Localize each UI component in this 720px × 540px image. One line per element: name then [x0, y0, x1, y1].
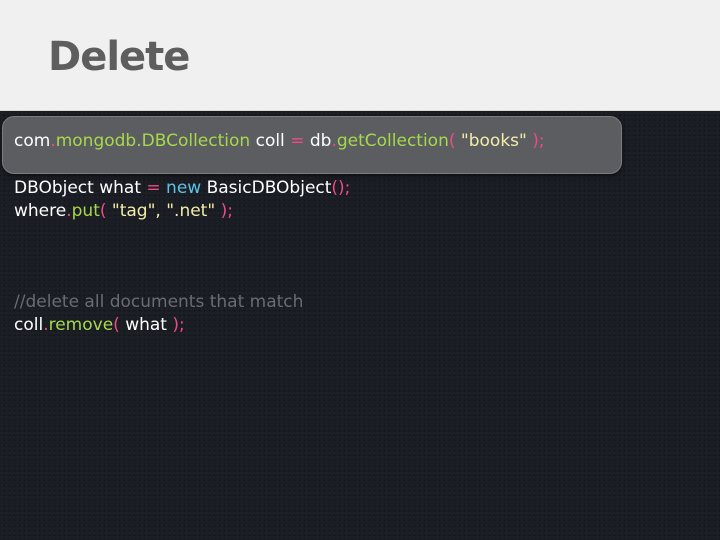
code-token: =	[146, 178, 161, 198]
code-line-comment: //delete all documents that match	[14, 291, 303, 314]
code-token: "books"	[455, 131, 533, 151]
code-token: DBObject what	[14, 178, 147, 198]
code-token: db	[304, 131, 332, 151]
code-line-get-collection: com.mongodb.DBCollection coll = db.getCo…	[14, 130, 545, 153]
slide-title: Delete	[48, 34, 190, 80]
code-token: //	[14, 292, 26, 312]
code-line-remove: coll.remove( what );	[14, 314, 185, 337]
code-token: );	[220, 201, 233, 221]
code-token: "tag", ".net"	[106, 201, 221, 221]
code-token: getCollection	[336, 131, 449, 151]
code-token: delete all documents that match	[25, 292, 304, 312]
code-token: mongodb.DBCollection	[55, 131, 251, 151]
code-token: what	[119, 315, 173, 335]
code-token: where	[14, 201, 67, 221]
code-token: =	[290, 131, 305, 151]
code-token: coll	[250, 131, 291, 151]
slide-header: Delete	[0, 0, 720, 111]
code-token: com	[14, 131, 51, 151]
code-token: BasicDBObject	[201, 178, 332, 198]
code-line-new-object: DBObject what = new BasicDBObject();	[14, 177, 350, 200]
code-token: put	[71, 201, 100, 221]
code-token: new	[166, 178, 202, 198]
code-token: remove	[48, 315, 114, 335]
code-token: (	[99, 201, 107, 221]
code-token: (	[113, 315, 120, 335]
code-token: (	[448, 131, 456, 151]
code-token: );	[532, 131, 545, 151]
code-token: );	[172, 315, 185, 335]
code-token: ();	[331, 178, 351, 198]
code-token: coll	[14, 315, 44, 335]
code-line-put-tag: where.put( "tag", ".net" );	[14, 200, 233, 223]
